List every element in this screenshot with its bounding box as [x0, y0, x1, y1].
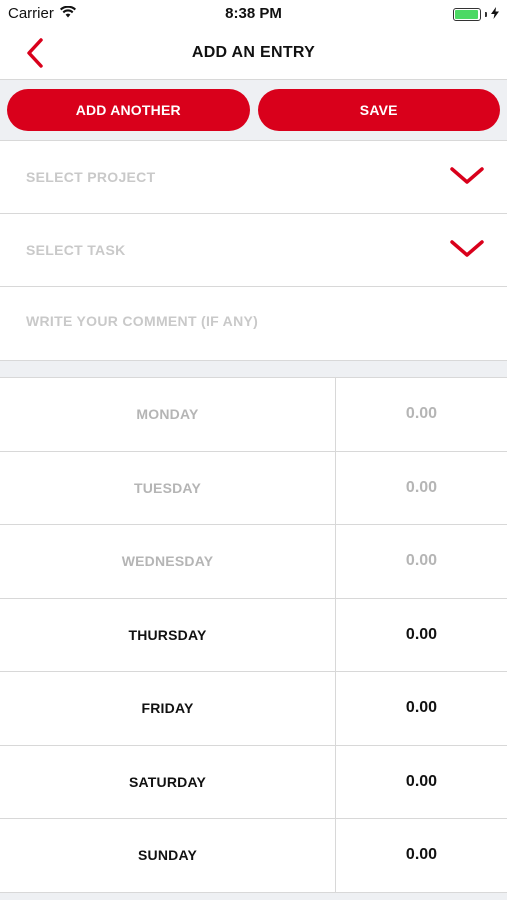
day-label: THURSDAY: [0, 598, 336, 671]
day-row-tuesday: TUESDAY 0.00: [0, 451, 507, 525]
page-title: ADD AN ENTRY: [191, 44, 316, 61]
day-label: TUESDAY: [0, 451, 336, 524]
day-label: SATURDAY: [0, 745, 336, 818]
day-row-thursday: THURSDAY 0.00: [0, 598, 507, 672]
hours-input[interactable]: 0.00: [336, 819, 507, 892]
day-label: WEDNESDAY: [0, 525, 336, 598]
status-bar: Carrier 8:38 PM: [0, 0, 507, 28]
section-divider: [0, 361, 507, 378]
hours-input[interactable]: 0.00: [336, 452, 507, 525]
comment-input[interactable]: [26, 313, 466, 329]
nav-bar: ADD AN ENTRY: [0, 28, 507, 80]
save-button[interactable]: SAVE: [257, 89, 500, 131]
bottom-strip: [0, 892, 507, 900]
battery-icon: [453, 8, 481, 21]
hours-input[interactable]: 0.00: [336, 746, 507, 819]
select-project-placeholder: SELECT PROJECT: [26, 169, 156, 185]
battery-level: [455, 10, 478, 19]
status-right: [453, 6, 499, 23]
charging-bolt-icon: [491, 6, 499, 23]
day-label: SUNDAY: [0, 819, 336, 892]
add-another-button[interactable]: ADD ANOTHER: [7, 89, 250, 131]
select-task-dropdown[interactable]: SELECT TASK: [0, 214, 507, 287]
day-hours-list: MONDAY 0.00 TUESDAY 0.00 WEDNESDAY 0.00 …: [0, 378, 507, 893]
day-row-saturday: SATURDAY 0.00: [0, 745, 507, 819]
day-label: MONDAY: [0, 378, 336, 451]
select-task-placeholder: SELECT TASK: [26, 242, 126, 258]
hours-input[interactable]: 0.00: [336, 599, 507, 672]
select-project-dropdown[interactable]: SELECT PROJECT: [0, 141, 507, 214]
day-label: FRIDAY: [0, 672, 336, 745]
chevron-down-icon: [450, 240, 484, 257]
day-row-wednesday: WEDNESDAY 0.00: [0, 525, 507, 599]
day-row-sunday: SUNDAY 0.00: [0, 819, 507, 893]
comment-row: [0, 287, 507, 361]
chevron-down-icon: [450, 167, 484, 184]
hours-input[interactable]: 0.00: [336, 672, 507, 745]
day-row-friday: FRIDAY 0.00: [0, 672, 507, 746]
action-button-strip: ADD ANOTHER SAVE: [0, 80, 507, 141]
status-time: 8:38 PM: [225, 5, 282, 22]
battery-cap: [485, 12, 487, 17]
day-row-monday: MONDAY 0.00: [0, 378, 507, 452]
hours-input[interactable]: 0.00: [336, 525, 507, 598]
hours-input[interactable]: 0.00: [336, 378, 507, 451]
